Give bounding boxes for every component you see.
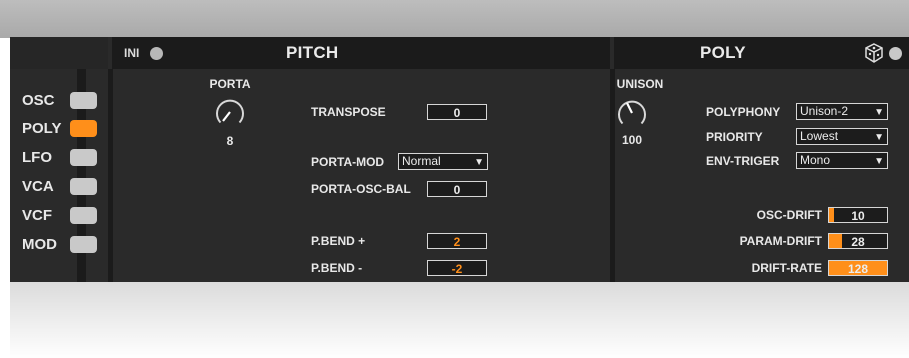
porta-mod-label: PORTA-MOD [311,155,385,169]
pbend-plus-label: P.BEND + [311,234,366,248]
pbend-plus-value: 2 [453,235,461,249]
unison-knob[interactable] [614,95,650,131]
chevron-down-icon: ▼ [874,156,884,167]
sidebar-item-vcf-label: VCF [22,207,52,224]
pbend-plus-number-box[interactable]: 2 [427,233,487,249]
drift-rate-slider[interactable]: 128 [828,260,888,276]
priority-value: Lowest [800,129,839,143]
ini-led-button[interactable] [150,47,163,60]
param-drift-fill [829,234,842,248]
sidebar-item-osc-label: OSC [22,92,55,109]
porta-osc-bal-label: PORTA-OSC-BAL [311,182,411,196]
chevron-down-icon: ▼ [474,157,484,168]
ini-label: INI [124,46,140,60]
porta-mod-value: Normal [402,154,441,168]
poly-title: POLY [700,43,746,62]
panel-reflection [10,282,909,358]
sidebar-item-poly-toggle[interactable] [70,120,97,137]
sidebar-item-mod-label: MOD [22,236,57,253]
drift-rate-value: 128 [847,262,869,276]
sidebar-item-lfo-toggle[interactable] [70,149,97,166]
osc-drift-fill [829,208,834,222]
sidebar-item-lfo-label: LFO [22,149,52,166]
pbend-minus-label: P.BEND - [311,261,363,275]
pbend-minus-number-box[interactable]: -2 [427,260,487,276]
reflection-gradient [10,282,909,358]
sidebar-item-vca-toggle[interactable] [70,178,97,195]
priority-label: PRIORITY [706,130,763,144]
pitch-header: INI PITCH [112,37,610,69]
transpose-number-box[interactable]: 0 [427,104,487,120]
polyphony-label: POLYPHONY [706,105,781,119]
porta-knob[interactable] [212,94,248,130]
porta-mod-dropdown[interactable]: Normal ▼ [398,153,488,170]
osc-drift-slider[interactable]: 10 [828,207,888,223]
chevron-down-icon: ▼ [874,107,884,118]
window-top-bar [0,0,909,38]
module-sidebar: OSC POLY LFO VCA VCF MOD [10,69,108,282]
unison-value: 100 [621,133,643,147]
env-triger-label: ENV-TRIGER [706,154,780,168]
param-drift-value: 28 [851,235,865,249]
sidebar-item-poly-label: POLY [22,120,62,137]
pbend-minus-value: -2 [451,262,463,276]
poly-header: POLY [614,37,909,69]
env-triger-dropdown[interactable]: Mono ▼ [796,152,888,169]
sidebar-header [10,37,108,69]
sidebar-item-vcf-toggle[interactable] [70,207,97,224]
sidebar-divider [108,69,113,282]
priority-dropdown[interactable]: Lowest ▼ [796,128,888,145]
dice-icon[interactable] [864,43,884,68]
polyphony-dropdown[interactable]: Unison-2 ▼ [796,103,888,120]
pitch-title: PITCH [286,43,339,62]
synth-device-panel: INI PITCH POLY OSC POLY LFO VCA VCF MOD … [10,37,909,282]
env-triger-value: Mono [800,153,831,167]
porta-value: 8 [226,134,234,148]
polyphony-value: Unison-2 [800,104,849,118]
chevron-down-icon: ▼ [874,132,884,143]
transpose-label: TRANSPOSE [311,105,386,119]
sidebar-item-osc-toggle[interactable] [70,92,97,109]
param-drift-slider[interactable]: 28 [828,233,888,249]
sidebar-item-mod-toggle[interactable] [70,236,97,253]
drift-rate-label: DRIFT-RATE [751,261,822,275]
osc-drift-value: 10 [851,209,865,223]
osc-drift-label: OSC-DRIFT [756,208,822,222]
param-drift-label: PARAM-DRIFT [739,234,822,248]
porta-label: PORTA [209,77,251,91]
sidebar-item-vca-label: VCA [22,178,54,195]
porta-osc-bal-number-box[interactable]: 0 [427,181,487,197]
poly-led-button[interactable] [889,47,902,60]
unison-label: UNISON [616,77,664,91]
